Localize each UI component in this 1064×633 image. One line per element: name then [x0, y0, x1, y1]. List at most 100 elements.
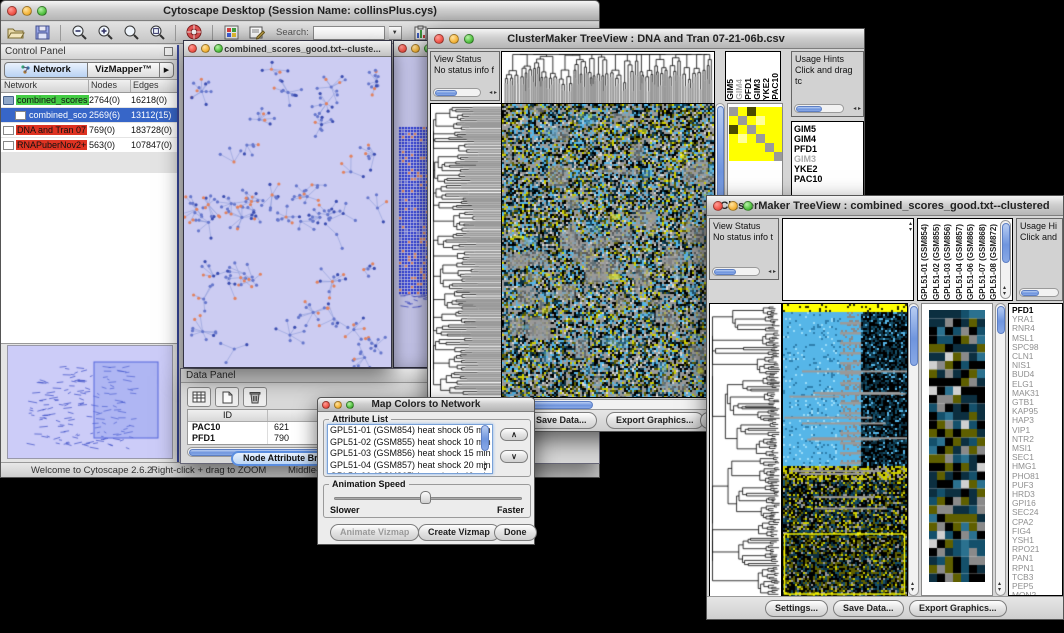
desktop: Cytoscape Desktop (Session Name: collins…: [0, 0, 1064, 633]
tv2-column-label[interactable]: GPL51-04 (GSM857): [955, 224, 964, 300]
similarity-cell: [756, 152, 765, 161]
tv2-row-dendrogram[interactable]: [709, 303, 782, 598]
network-row[interactable]: combined_sco2569(6)13112(15): [1, 108, 177, 123]
tv1-row-label[interactable]: GIM5: [794, 124, 863, 134]
trash-icon[interactable]: [243, 387, 267, 407]
close-icon[interactable]: [322, 401, 330, 409]
attribute-list-item[interactable]: GPL51-04 (GSM857) heat shock 20 min: [328, 460, 492, 472]
help-ring-icon[interactable]: [183, 24, 205, 42]
close-icon[interactable]: [7, 6, 17, 16]
search-dropdown-icon[interactable]: ▼: [389, 26, 402, 40]
status-hint-middle: Middle-: [288, 465, 319, 476]
tv2-column-label[interactable]: GPL51-06 (GSM865): [966, 224, 975, 300]
zoom-in-icon[interactable]: [94, 24, 116, 42]
animate-vizmap-button[interactable]: Animate Vizmap: [330, 524, 419, 541]
table-icon[interactable]: [187, 387, 211, 407]
attribute-listbox[interactable]: GPL51-01 (GSM854) heat shock 05 minGPL51…: [327, 424, 493, 474]
tv1-row-dendrogram[interactable]: [430, 103, 502, 398]
search-input[interactable]: [313, 26, 385, 40]
zoom-out-icon[interactable]: [68, 24, 90, 42]
attribute-list-item[interactable]: GPL51-03 (GSM856) heat shock 15 min: [328, 448, 492, 460]
minimize-icon[interactable]: [334, 401, 342, 409]
save-data-button[interactable]: Save Data...: [833, 600, 904, 617]
tv1-row-label[interactable]: GIM3: [794, 154, 863, 164]
save-data-button[interactable]: Save Data...: [526, 412, 597, 429]
zoom-window-icon[interactable]: [37, 6, 47, 16]
tv1-row-label[interactable]: PAC10: [794, 174, 863, 184]
export-graphics-button[interactable]: Export Graphics...: [909, 600, 1007, 617]
zoom-fit-icon[interactable]: [146, 24, 168, 42]
similarity-cell: [729, 116, 738, 125]
similarity-cell: [756, 125, 765, 134]
zoom-window-icon[interactable]: [464, 34, 474, 44]
attribute-list-item[interactable]: GPL51-06 (GSM865) heat shock 40 min: [328, 471, 492, 474]
similarity-cell: [747, 143, 756, 152]
minimize-icon[interactable]: [201, 44, 210, 53]
nodes-count: 563(0): [89, 140, 131, 150]
speed-slider-thumb[interactable]: [420, 491, 431, 504]
tv2-zoom-scrollbar[interactable]: ▴▾: [995, 303, 1006, 596]
main-titlebar[interactable]: Cytoscape Desktop (Session Name: collins…: [1, 1, 599, 21]
tv1-row-label[interactable]: YKE2: [794, 164, 863, 174]
tv2-column-label[interactable]: GPL51-02 (GSM855): [932, 224, 941, 300]
zoom-selected-icon[interactable]: [120, 24, 142, 42]
minimize-icon[interactable]: [449, 34, 459, 44]
open-file-icon[interactable]: [5, 24, 27, 42]
tv1-row-label[interactable]: GIM4: [794, 134, 863, 144]
vizmapper-icon[interactable]: [220, 24, 242, 42]
tv2-column-label[interactable]: GPL51-01 (GSM854): [920, 224, 929, 300]
attribute-list-item[interactable]: GPL51-02 (GSM855) heat shock 10 min: [328, 437, 492, 449]
tv1-row-label[interactable]: PFD1: [794, 144, 863, 154]
zoom-window-icon[interactable]: [214, 44, 223, 53]
attribute-list-item[interactable]: GPL51-01 (GSM854) heat shock 05 min: [328, 425, 492, 437]
tv2-column-label[interactable]: GPL51-03 (GSM856): [943, 224, 952, 300]
tv2-column-label[interactable]: GPL51-07 (GSM868): [978, 224, 987, 300]
close-icon[interactable]: [398, 44, 407, 53]
close-icon[interactable]: [713, 201, 723, 211]
tv2-collabel-scrollbar[interactable]: ▴▾: [1000, 220, 1011, 299]
similarity-cell: [765, 152, 774, 161]
tab-network[interactable]: Network: [4, 62, 88, 78]
tv1-heatmap[interactable]: [501, 103, 715, 398]
tab-vizmapper[interactable]: VizMapper™: [88, 62, 160, 78]
network-row[interactable]: DNA and Tran 07769(0)183728(0): [1, 123, 177, 138]
close-icon[interactable]: [434, 34, 444, 44]
tv2-column-label[interactable]: GPL51-08 (GSM872): [989, 224, 998, 300]
tv1-column-dendrogram[interactable]: [501, 51, 715, 105]
tv2-status-scrollbar[interactable]: [712, 267, 760, 276]
zoom-window-icon[interactable]: [346, 401, 354, 409]
float-panel-icon[interactable]: [164, 47, 173, 56]
annotation-icon[interactable]: [246, 24, 268, 42]
tv2-heatmap[interactable]: [782, 303, 908, 598]
tv2-vscrollbar[interactable]: ▴▾: [908, 303, 919, 596]
minimize-icon[interactable]: [728, 201, 738, 211]
new-page-icon[interactable]: [215, 387, 239, 407]
similarity-cell: [765, 143, 774, 152]
tv1-usage-scrollbar[interactable]: [794, 104, 844, 113]
tv2-column-tree-area[interactable]: ▴▾: [782, 218, 914, 301]
settings-button[interactable]: Settings...: [765, 600, 828, 617]
minimize-icon[interactable]: [22, 6, 32, 16]
main-window-title: Cytoscape Desktop (Session Name: collins…: [1, 5, 599, 17]
tv2-usage-scrollbar[interactable]: [1019, 288, 1059, 297]
close-icon[interactable]: [188, 44, 197, 53]
done-button[interactable]: Done: [494, 524, 537, 541]
tv1-status-scrollbar[interactable]: [433, 88, 481, 97]
network-row[interactable]: combined_scores_2764(0)16218(0): [1, 93, 177, 108]
similarity-cell: [756, 116, 765, 125]
export-graphics-button[interactable]: Export Graphics...: [606, 412, 704, 429]
tv2-zoom-heatmap[interactable]: [929, 310, 985, 582]
birdseye-view[interactable]: [7, 345, 173, 459]
network-canvas[interactable]: [184, 57, 391, 367]
similarity-cell: [774, 125, 783, 134]
minimize-icon[interactable]: [411, 44, 420, 53]
attribute-list-scrollbar[interactable]: ▴▾: [480, 425, 490, 473]
network-row[interactable]: RNAPuberNov2+563(0)107847(0): [1, 138, 177, 153]
tab-overflow-arrow[interactable]: ▶: [160, 62, 174, 78]
save-icon[interactable]: [31, 24, 53, 42]
zoom-window-icon[interactable]: [743, 201, 753, 211]
create-vizmap-button[interactable]: Create Vizmap: [418, 524, 500, 541]
move-down-button[interactable]: ∨: [500, 450, 528, 463]
move-up-button[interactable]: ∧: [500, 428, 528, 441]
tv1-column-label[interactable]: PAC10: [771, 73, 780, 100]
